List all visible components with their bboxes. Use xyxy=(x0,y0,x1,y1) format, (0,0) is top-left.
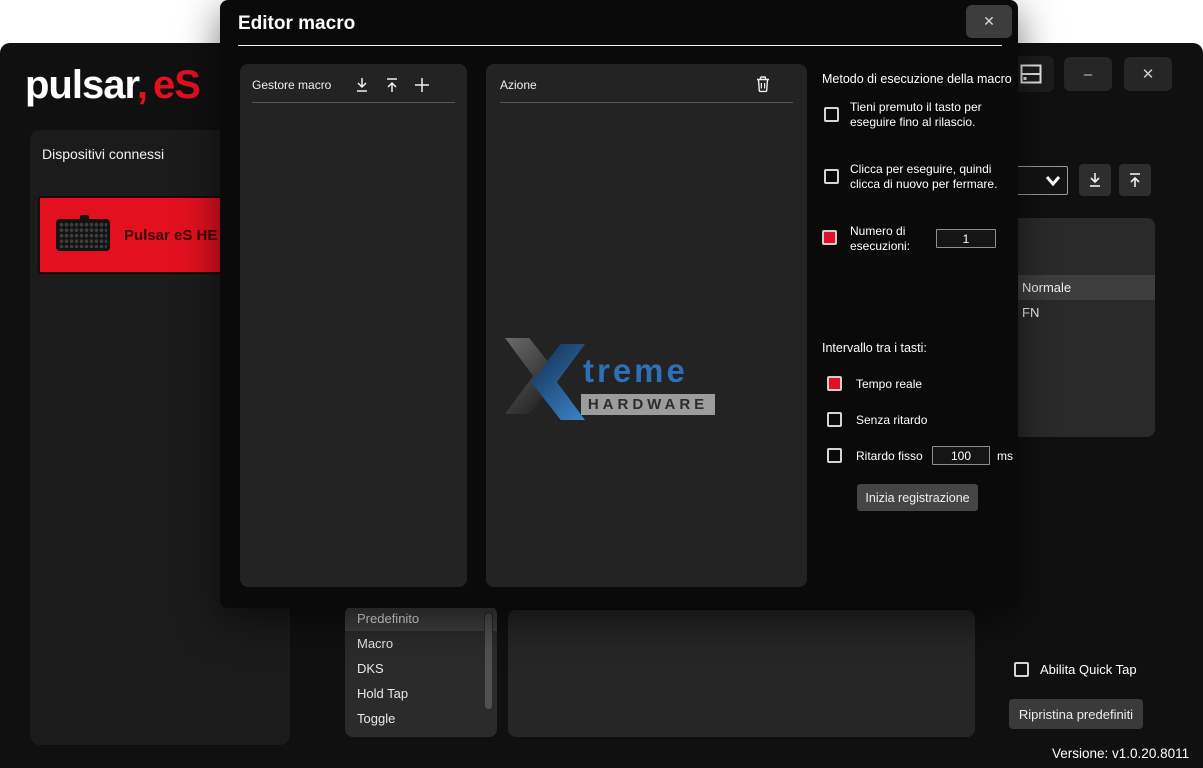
upload-icon xyxy=(1126,171,1144,189)
download-icon xyxy=(353,76,371,94)
minimize-button[interactable]: – xyxy=(1064,57,1112,91)
click-toggle-checkbox[interactable] xyxy=(824,169,839,184)
version-text: Versione: v1.0.20.8011 xyxy=(1052,746,1189,761)
mode-label: Predefinito xyxy=(357,611,419,626)
chevron-down-icon xyxy=(1045,175,1061,187)
panel-divider xyxy=(252,102,455,103)
layer-label: FN xyxy=(1022,305,1039,320)
download-icon xyxy=(1086,171,1104,189)
key-mode-list: Predefinito Macro DKS Hold Tap Toggle xyxy=(345,606,497,737)
macro-editor-dialog: Editor macro ✕ Gestore macro xyxy=(220,0,1018,608)
keyboard-icon xyxy=(56,219,110,251)
fixed-delay-label: Ritardo fisso xyxy=(856,449,923,464)
layer-item-fn[interactable]: FN xyxy=(1010,300,1155,325)
execution-count-checkbox[interactable] xyxy=(822,230,837,245)
trash-icon xyxy=(755,75,771,93)
layer-item-normale[interactable]: Normale xyxy=(1010,275,1155,300)
macro-export-button[interactable] xyxy=(383,76,401,94)
mode-item-hold-tap[interactable]: Hold Tap xyxy=(345,681,497,706)
connected-devices-title: Dispositivi connessi xyxy=(42,146,164,162)
realtime-checkbox[interactable] xyxy=(827,376,842,391)
app-close-button[interactable]: ✕ xyxy=(1124,57,1172,91)
close-icon: ✕ xyxy=(983,13,995,30)
watermark-treme-text: treme xyxy=(583,352,688,390)
mode-label: Macro xyxy=(357,636,393,651)
fixed-delay-input[interactable] xyxy=(932,446,990,465)
minimize-icon: – xyxy=(1084,66,1092,83)
key-settings-panel xyxy=(508,610,975,737)
logo-suffix: eS xyxy=(153,63,200,107)
dialog-divider xyxy=(238,45,1002,46)
mode-label: DKS xyxy=(357,661,384,676)
dialog-title: Editor macro xyxy=(238,13,355,35)
fixed-delay-checkbox[interactable] xyxy=(827,448,842,463)
restore-defaults-button[interactable]: Ripristina predefiniti xyxy=(1009,699,1143,729)
scrollbar-thumb[interactable] xyxy=(485,613,492,709)
logo-accent: , xyxy=(137,63,147,107)
close-icon: ✕ xyxy=(1142,65,1155,83)
key-mode-scrollbar[interactable] xyxy=(484,612,493,734)
xtreme-hardware-watermark: treme HARDWARE xyxy=(505,338,715,422)
mode-label: Toggle xyxy=(357,711,395,726)
macro-manager-panel: Gestore macro xyxy=(240,64,467,587)
hold-to-run-checkbox[interactable] xyxy=(824,107,839,122)
layout-icon xyxy=(1020,64,1042,84)
upload-icon xyxy=(383,76,401,94)
hold-to-run-label: Tieni premuto il tasto per eseguire fino… xyxy=(850,100,1012,130)
mode-item-predefinito[interactable]: Predefinito xyxy=(345,606,497,631)
no-delay-label: Senza ritardo xyxy=(856,413,927,428)
execution-method-heading: Metodo di esecuzione della macro xyxy=(822,72,1012,86)
add-macro-button[interactable] xyxy=(413,76,431,94)
mode-item-macro[interactable]: Macro xyxy=(345,631,497,656)
layers-spacer xyxy=(1010,218,1155,275)
mode-label: Hold Tap xyxy=(357,686,408,701)
pulsar-logo: pulsar,eS xyxy=(25,63,200,108)
layers-panel: Normale FN xyxy=(1010,218,1155,437)
mode-item-dks[interactable]: DKS xyxy=(345,656,497,681)
executions-count-input[interactable] xyxy=(936,229,996,248)
no-delay-checkbox[interactable] xyxy=(827,412,842,427)
plus-icon xyxy=(413,76,431,94)
panel-divider xyxy=(500,102,793,103)
watermark-hardware-text: HARDWARE xyxy=(588,396,708,413)
logo-brand: pulsar xyxy=(25,63,137,107)
quick-tap-checkbox[interactable] xyxy=(1014,662,1029,677)
fixed-delay-unit: ms xyxy=(997,449,1013,464)
interval-heading: Intervallo tra i tasti: xyxy=(822,341,927,355)
execution-count-label: Numero di esecuzioni: xyxy=(850,224,934,254)
macro-import-button[interactable] xyxy=(353,76,371,94)
action-panel-title: Azione xyxy=(500,78,537,92)
macro-manager-title: Gestore macro xyxy=(252,78,331,92)
profile-export-button[interactable] xyxy=(1119,164,1151,196)
screenshot-root: pulsar,eS – ✕ Dispositivi connessi Pulsa… xyxy=(0,0,1203,768)
profile-import-button[interactable] xyxy=(1079,164,1111,196)
mode-item-toggle[interactable]: Toggle xyxy=(345,706,497,731)
layer-label: Normale xyxy=(1022,280,1071,295)
click-toggle-label: Clicca per eseguire, quindi clicca di nu… xyxy=(850,162,1012,192)
start-recording-button[interactable]: Inizia registrazione xyxy=(857,484,978,511)
action-panel: Azione xyxy=(486,64,807,587)
watermark-hardware-bar: HARDWARE xyxy=(581,394,715,415)
dialog-close-button[interactable]: ✕ xyxy=(966,5,1012,38)
delete-action-button[interactable] xyxy=(755,75,771,93)
realtime-label: Tempo reale xyxy=(856,377,922,392)
quick-tap-label: Abilita Quick Tap xyxy=(1040,662,1137,677)
